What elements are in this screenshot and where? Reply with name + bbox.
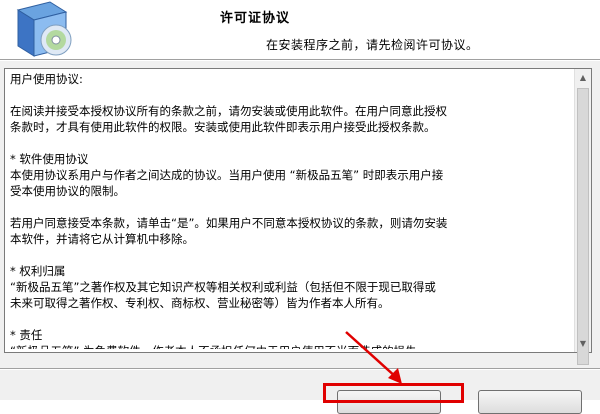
- installer-cd-box-icon: [10, 0, 74, 60]
- dialog-header: 许可证协议 在安装程序之前，请先检阅许可协议。: [0, 0, 600, 60]
- cancel-button[interactable]: [478, 390, 582, 414]
- dialog-subtitle: 在安装程序之前，请先检阅许可协议。: [266, 38, 479, 52]
- scroll-down-arrow-icon[interactable]: ▼: [575, 335, 591, 352]
- footer-divider: [0, 368, 600, 370]
- scroll-thumb[interactable]: [577, 88, 589, 365]
- agree-button-highlight: [323, 383, 464, 403]
- license-text-box[interactable]: 用户使用协议: 在阅读并接受本授权协议所有的条款之前，请勿安装或使用此软件。在用…: [4, 68, 592, 365]
- dialog-title: 许可证协议: [220, 11, 291, 26]
- license-agreement-text: 用户使用协议: 在阅读并接受本授权协议所有的条款之前，请勿安装或使用此软件。在用…: [10, 72, 448, 349]
- license-scrollbar[interactable]: ▲ ▼: [574, 69, 591, 365]
- scroll-up-arrow-icon[interactable]: ▲: [575, 69, 591, 86]
